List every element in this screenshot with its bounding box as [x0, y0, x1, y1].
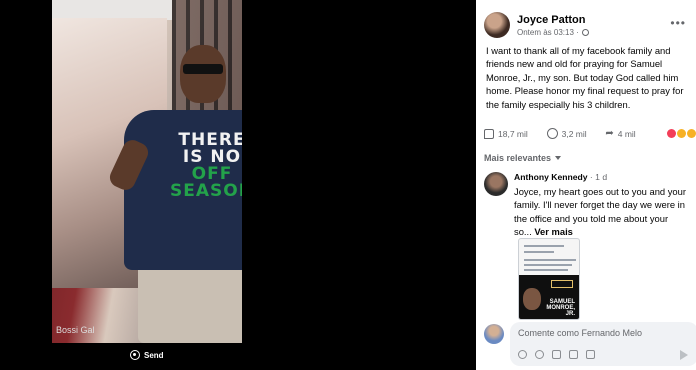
photo-credit: Bossi Gal	[56, 325, 95, 335]
messenger-icon	[130, 350, 140, 360]
comment-count: 3,2 mil	[561, 128, 587, 139]
love-reaction-icon	[667, 129, 676, 138]
thumbnail-face	[523, 288, 541, 310]
person-sunglasses	[183, 64, 223, 74]
comment: Anthony Kennedy · 1 d Joyce, my heart go…	[484, 172, 686, 239]
post-timestamp: Ontem às 03:13 ·	[517, 28, 579, 37]
store-sign	[52, 0, 172, 20]
post-panel: Joyce Patton Ontem às 03:13 · ••• I want…	[476, 0, 696, 370]
author-avatar[interactable]	[484, 12, 510, 38]
shirt-slogan: THERE IS NO OFF SEASON	[170, 132, 242, 200]
avatar-sticker-icon[interactable]	[518, 350, 527, 359]
share-count: 4 mil	[617, 128, 636, 139]
camera-icon[interactable]	[552, 350, 561, 359]
person-head	[180, 45, 226, 103]
thumbnail-name: SAMUEL MONROE, JR.	[546, 299, 575, 317]
comment-placeholder: Comente como Fernando Melo	[518, 328, 643, 338]
share-icon: ➦	[605, 127, 614, 139]
post-time[interactable]: Ontem às 03:13 ·	[517, 28, 589, 37]
reaction-summary[interactable]	[667, 129, 696, 138]
thumbnail-text-line	[524, 264, 572, 266]
commenter-header: Anthony Kennedy · 1 d	[514, 172, 686, 182]
like-icon	[484, 128, 494, 139]
thumbnail-text-line	[524, 251, 554, 253]
more-options-icon[interactable]: •••	[670, 16, 686, 30]
photo-viewer: THERE IS NO OFF SEASON Bossi Gal Send	[0, 0, 476, 370]
post-photo[interactable]: THERE IS NO OFF SEASON Bossi Gal	[52, 0, 242, 343]
post-header: Joyce Patton Ontem às 03:13 ·	[484, 12, 589, 38]
comment-sort-dropdown[interactable]: Mais relevantes	[484, 153, 562, 163]
send-button[interactable]: Send	[130, 350, 164, 360]
comment-text: Joyce, my heart goes out to you and your…	[514, 185, 686, 239]
globe-icon	[581, 29, 589, 36]
gif-icon[interactable]	[569, 350, 578, 359]
see-more-link[interactable]: Ver mais	[532, 226, 573, 237]
author-name[interactable]: Joyce Patton	[517, 14, 589, 26]
like-button[interactable]: 18,7 mil	[484, 128, 547, 139]
chevron-down-icon	[555, 156, 562, 160]
post-text: I want to thank all of my facebook famil…	[486, 45, 684, 110]
care-reaction-icon	[687, 129, 696, 138]
sticker-icon[interactable]	[586, 350, 595, 359]
composer-tools	[518, 350, 690, 359]
thumbnail-text-line	[524, 245, 564, 247]
commenter-avatar[interactable]	[484, 172, 508, 196]
share-button[interactable]: ➦ 4 mil	[605, 127, 667, 139]
commenter-name[interactable]: Anthony Kennedy	[514, 172, 588, 182]
comment-icon	[546, 128, 558, 139]
thumbnail-logo	[551, 280, 573, 288]
shirt-line-4: SEASON	[170, 181, 242, 201]
thumbnail-text-line	[524, 259, 576, 261]
send-comment-icon[interactable]	[680, 350, 688, 360]
send-label: Send	[144, 350, 164, 360]
like-count: 18,7 mil	[498, 128, 528, 139]
comment-button[interactable]: 3,2 mil	[546, 128, 606, 139]
current-user-avatar	[484, 324, 504, 344]
comment-sort-label: Mais relevantes	[484, 153, 552, 163]
action-bar: 18,7 mil 3,2 mil ➦ 4 mil	[484, 128, 696, 139]
comment-time[interactable]: · 1 d	[588, 172, 607, 182]
comment-input[interactable]: Comente como Fernando Melo	[510, 322, 696, 366]
comment-composer: Comente como Fernando Melo	[484, 322, 696, 366]
thumbnail-text-line	[524, 269, 568, 271]
sad-reaction-icon	[677, 129, 686, 138]
comment-attachment-thumbnail[interactable]: SAMUEL MONROE, JR.	[518, 238, 580, 320]
emoji-icon[interactable]	[535, 350, 544, 359]
person-pants	[138, 262, 242, 343]
